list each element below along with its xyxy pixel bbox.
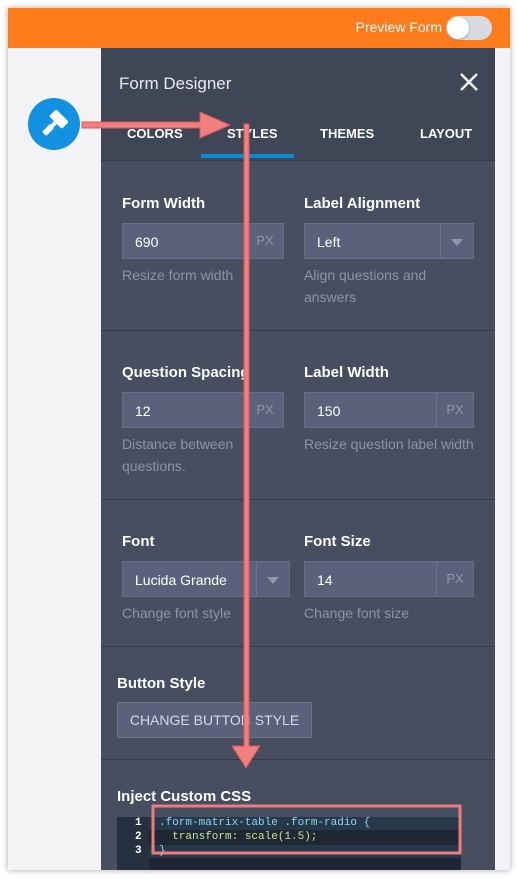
font-value: Lucida Grande: [135, 572, 227, 588]
label-alignment-help: Align questions and answers: [304, 267, 427, 305]
line-number-gutter: 1 2 3: [117, 817, 149, 870]
spacing-section: Question Spacing 12 PX Distance between …: [101, 331, 495, 500]
top-bar: Preview Form: [8, 8, 510, 48]
form-width-section: Form Width 690 PX Resize form width Labe…: [101, 161, 495, 331]
code-line: transform: scale(1.5);: [159, 831, 318, 843]
tab-colors[interactable]: COLORS: [127, 126, 183, 141]
tab-themes[interactable]: THEMES: [320, 126, 374, 141]
label-alignment-label: Label Alignment: [304, 195, 421, 212]
label-width-value: 150: [317, 403, 341, 419]
label-width-unit: PX: [436, 393, 473, 427]
font-size-input[interactable]: 14 PX: [304, 561, 474, 597]
highlight-row: [149, 845, 461, 858]
change-button-style-button[interactable]: CHANGE BUTTON STYLE: [117, 702, 312, 738]
designer-tool-button[interactable]: [28, 98, 80, 150]
font-size-value: 14: [317, 572, 333, 588]
font-size-help: Change font size: [304, 605, 410, 621]
question-spacing-unit: PX: [246, 393, 283, 427]
line-number: 3: [135, 845, 142, 857]
question-spacing-input[interactable]: 12 PX: [122, 392, 284, 428]
close-icon[interactable]: [457, 70, 481, 94]
custom-css-label: Inject Custom CSS: [117, 788, 252, 805]
button-style-label: Button Style: [117, 675, 206, 692]
form-width-value: 690: [135, 234, 159, 250]
panel-header: Form Designer: [101, 48, 495, 104]
code-line: }: [159, 845, 166, 857]
question-spacing-label: Question Spacing: [122, 364, 250, 381]
paint-roller-icon: [42, 109, 69, 136]
preview-form-label: Preview Form: [355, 19, 442, 35]
app-frame: Preview Form Form Designer COLORS STYLES…: [8, 8, 510, 870]
font-label: Font: [122, 533, 155, 550]
form-designer-panel: Form Designer COLORS STYLES THEMES LAYOU…: [101, 48, 495, 870]
preview-form-toggle[interactable]: [446, 16, 492, 40]
font-select[interactable]: Lucida Grande: [122, 561, 290, 597]
label-width-input[interactable]: 150 PX: [304, 392, 474, 428]
custom-css-editor[interactable]: 1 2 3 .form-matrix-table .form-radio { t…: [117, 817, 461, 870]
designer-tabs: COLORS STYLES THEMES LAYOUT: [101, 104, 495, 161]
chevron-down-icon: [440, 224, 473, 258]
form-width-label: Form Width: [122, 195, 206, 212]
form-width-help: Resize form width: [122, 267, 234, 283]
panel-title: Form Designer: [119, 74, 232, 93]
active-tab-indicator: [201, 154, 294, 158]
form-width-unit: PX: [246, 224, 283, 258]
label-width-help: Resize question label width: [304, 436, 474, 452]
label-width-label: Label Width: [304, 364, 389, 381]
line-number: 2: [135, 831, 142, 843]
label-alignment-select[interactable]: Left: [304, 223, 474, 259]
label-alignment-value: Left: [317, 234, 341, 250]
button-style-section: Button Style CHANGE BUTTON STYLE: [101, 647, 495, 760]
font-size-unit: PX: [436, 562, 473, 596]
custom-css-section: Inject Custom CSS 1 2 3 .form-matrix-tab…: [101, 760, 495, 870]
chevron-down-icon: [256, 562, 289, 596]
toggle-knob: [447, 17, 469, 39]
question-spacing-value: 12: [135, 403, 151, 419]
tab-styles[interactable]: STYLES: [227, 126, 278, 141]
font-section: Font Lucida Grande Change font style Fon…: [101, 500, 495, 647]
question-spacing-help: Distance between questions.: [122, 436, 234, 474]
line-number: 1: [135, 817, 142, 829]
font-size-label: Font Size: [304, 533, 371, 550]
code-line: .form-matrix-table .form-radio {: [159, 817, 371, 829]
font-help: Change font style: [122, 605, 231, 621]
form-width-input[interactable]: 690 PX: [122, 223, 284, 259]
tab-layout[interactable]: LAYOUT: [420, 126, 472, 141]
